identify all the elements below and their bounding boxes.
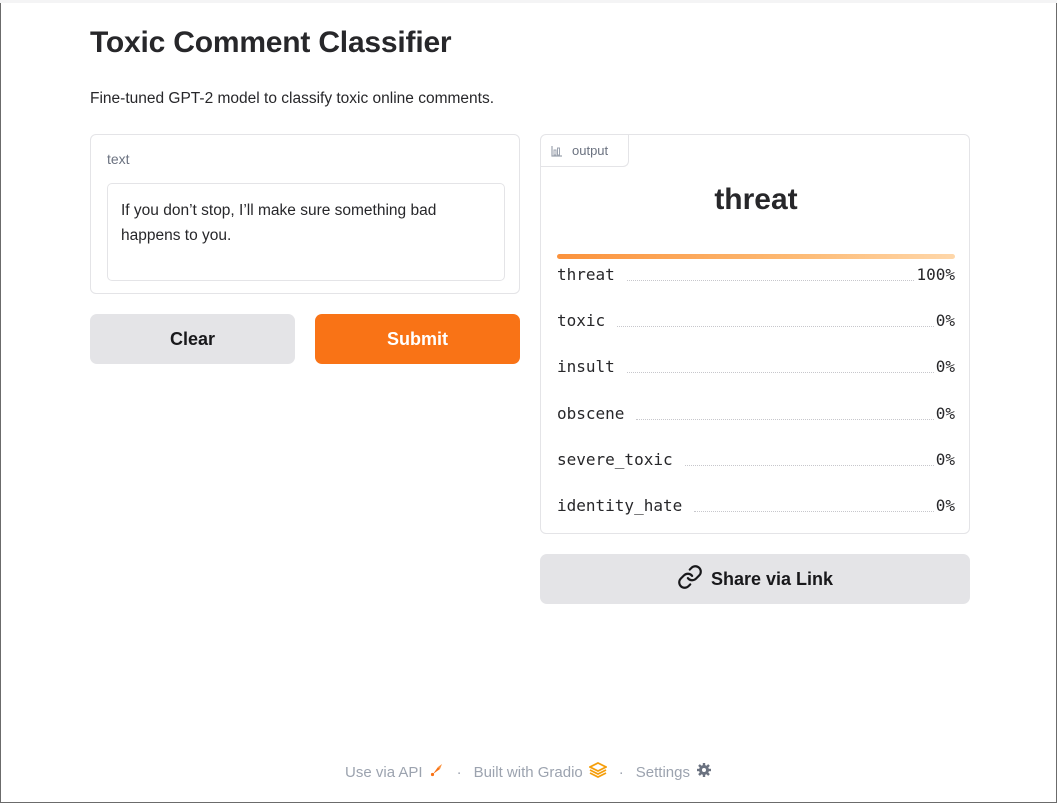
dotted-leader (694, 494, 934, 512)
page-description: Fine-tuned GPT-2 model to classify toxic… (90, 90, 495, 107)
page-title: Toxic Comment Classifier (90, 26, 452, 59)
link-icon (677, 564, 703, 595)
gradio-logo-icon (587, 761, 608, 782)
share-button-label: Share via Link (710, 568, 834, 589)
gear-icon (696, 762, 712, 782)
settings-link-label: Settings (635, 763, 690, 781)
confidence-row-identity_hate: identity_hate 0% (557, 494, 955, 540)
bar-chart-icon (551, 145, 563, 157)
confidence-row-toxic: toxic 0% (557, 309, 955, 355)
confidence-bar-fill (557, 254, 955, 259)
confidence-value: 100% (916, 265, 955, 284)
confidence-label: threat (557, 265, 615, 284)
clear-button[interactable]: Clear (90, 314, 295, 364)
gradio-link-label: Built with Gradio (473, 763, 583, 781)
text-input-panel: text If you don’t stop, I’ll make sure s… (90, 134, 520, 294)
confidence-value: 0% (935, 449, 955, 469)
confidence-label: obscene (557, 403, 625, 423)
confidence-value: 0% (935, 495, 955, 515)
dotted-leader (626, 263, 915, 281)
confidence-label: severe_toxic (557, 449, 673, 469)
use-via-api-link[interactable]: Use via API (345, 762, 445, 782)
text-input-field[interactable]: If you don’t stop, I’ll make sure someth… (107, 183, 505, 281)
output-tab: output (541, 135, 629, 167)
text-input-label: text (107, 151, 130, 167)
confidence-label: identity_hate (557, 495, 683, 515)
confidence-row-threat: threat 100% (557, 263, 955, 309)
confidence-value: 0% (935, 311, 955, 331)
footer-separator: · (456, 763, 462, 781)
output-tab-label: output (572, 143, 609, 158)
confidence-label: insult (557, 357, 615, 377)
confidence-bar (557, 254, 955, 259)
predicted-label: threat (714, 183, 798, 216)
confidence-label: toxic (557, 311, 606, 331)
api-link-label: Use via API (345, 763, 423, 781)
confidence-value: 0% (935, 403, 955, 423)
confidence-row-insult: insult 0% (557, 355, 955, 401)
dotted-leader (684, 448, 934, 466)
confidence-value: 0% (935, 357, 955, 377)
output-panel: output threat threat 100% toxic 0% insult 0% o… (540, 134, 970, 534)
share-via-link-button[interactable]: Share via Link (540, 554, 970, 604)
submit-button[interactable]: Submit (315, 314, 520, 364)
confidence-row-severe_toxic: severe_toxic 0% (557, 448, 955, 494)
confidence-row-obscene: obscene 0% (557, 402, 955, 448)
confidence-list: threat 100% toxic 0% insult 0% obscene 0% severe… (557, 263, 955, 540)
footer: Use via API · Built with Gradio · Settin… (0, 760, 1057, 784)
settings-link[interactable]: Settings (636, 762, 712, 782)
dotted-leader (626, 355, 934, 374)
rocket-icon (429, 762, 445, 782)
built-with-gradio-link[interactable]: Built with Gradio (473, 761, 608, 782)
dotted-leader (636, 402, 934, 420)
footer-separator: · (618, 763, 624, 781)
dotted-leader (617, 309, 934, 328)
top-border (0, 0, 1057, 3)
